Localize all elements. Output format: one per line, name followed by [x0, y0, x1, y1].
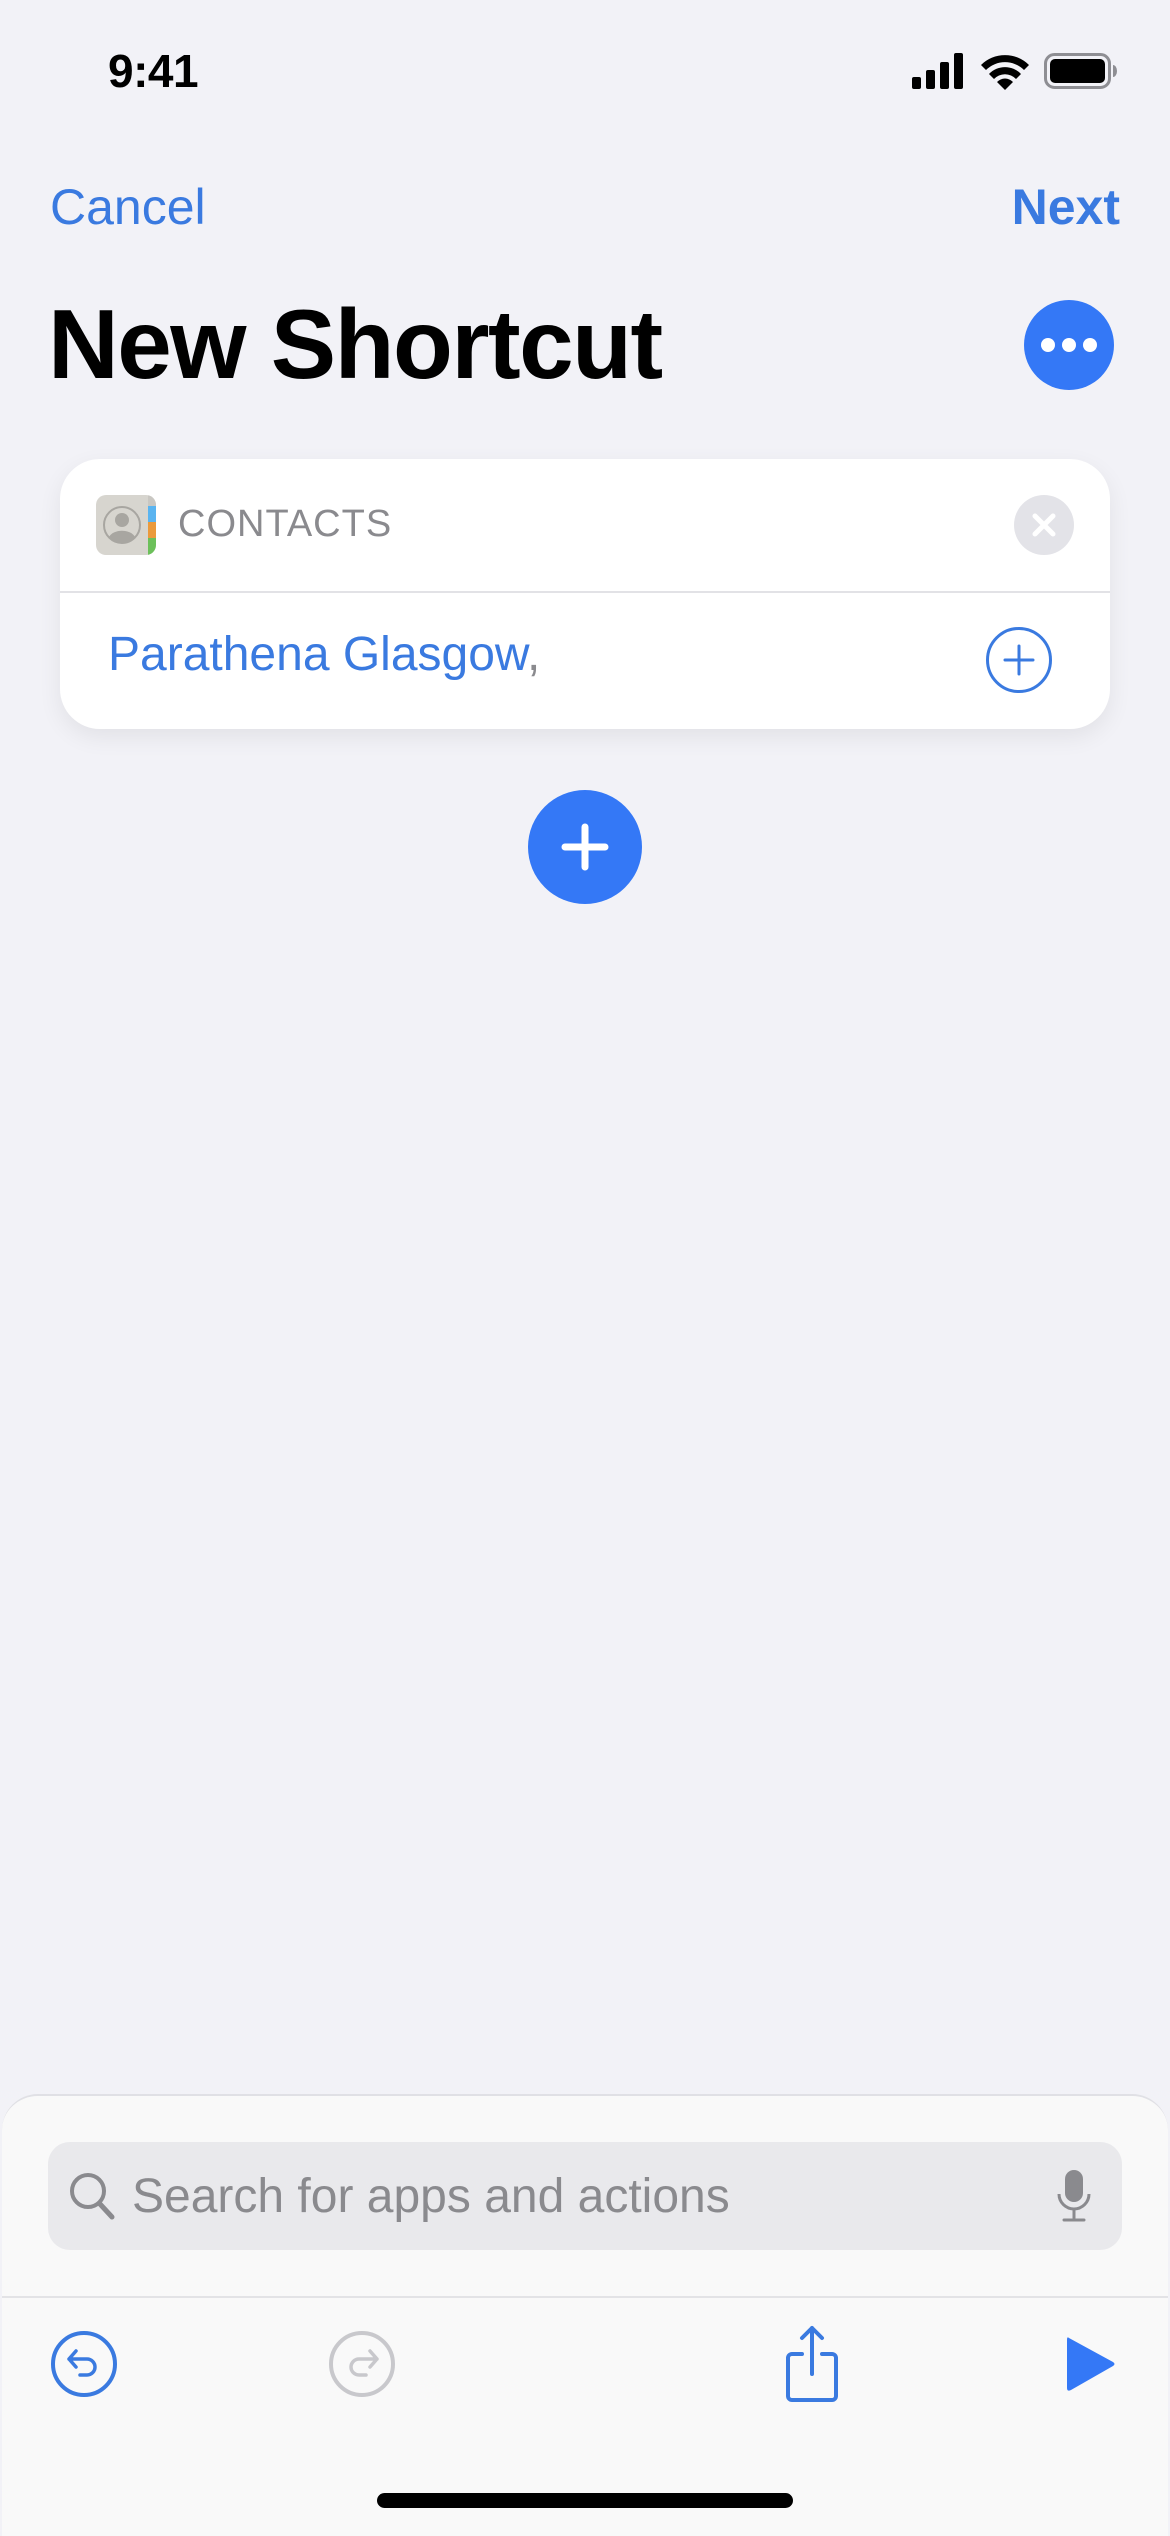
page-title: New Shortcut — [48, 289, 663, 399]
play-icon — [1067, 2337, 1115, 2391]
ellipsis-dot — [1062, 338, 1076, 352]
contact-name[interactable]: Parathena Glasgow — [108, 628, 527, 681]
close-icon — [1032, 513, 1056, 537]
actions-sheet — [2, 2094, 1168, 2536]
redo-icon — [329, 2331, 395, 2397]
share-button[interactable] — [772, 2324, 852, 2404]
search-icon — [70, 2173, 115, 2220]
add-action-button[interactable] — [528, 790, 642, 904]
undo-icon — [51, 2331, 117, 2397]
microphone-icon[interactable] — [1056, 2168, 1092, 2224]
contacts-app-icon — [96, 495, 156, 555]
ellipsis-icon — [1041, 338, 1055, 352]
search-input[interactable] — [132, 2168, 1056, 2224]
contact-separator: , — [526, 628, 541, 681]
contacts-action-card[interactable]: CONTACTS Parathena Glasgow, — [60, 459, 1110, 729]
battery-icon — [1044, 53, 1117, 89]
share-icon — [786, 2326, 838, 2402]
run-shortcut-button[interactable] — [1050, 2324, 1130, 2404]
remove-action-button[interactable] — [1014, 495, 1074, 555]
redo-button[interactable] — [322, 2324, 402, 2404]
toolbar-divider — [2, 2296, 1168, 2298]
status-icons — [912, 52, 1118, 90]
card-header: CONTACTS — [60, 459, 1110, 593]
undo-button[interactable] — [44, 2324, 124, 2404]
plus-circle-icon — [1003, 644, 1035, 676]
plus-icon — [561, 823, 609, 871]
cancel-button[interactable]: Cancel — [50, 178, 206, 236]
status-time: 9:41 — [108, 45, 199, 97]
contact-token[interactable]: Parathena Glasgow, — [108, 627, 540, 682]
cellular-signal-icon — [912, 53, 963, 89]
ellipsis-dot — [1083, 338, 1097, 352]
add-contact-button[interactable] — [986, 627, 1052, 693]
search-field[interactable] — [48, 2142, 1122, 2250]
more-button[interactable] — [1024, 300, 1114, 390]
app-label: CONTACTS — [178, 503, 393, 545]
home-indicator — [377, 2493, 793, 2508]
next-button[interactable]: Next — [1012, 178, 1120, 236]
wifi-icon — [981, 55, 1029, 90]
